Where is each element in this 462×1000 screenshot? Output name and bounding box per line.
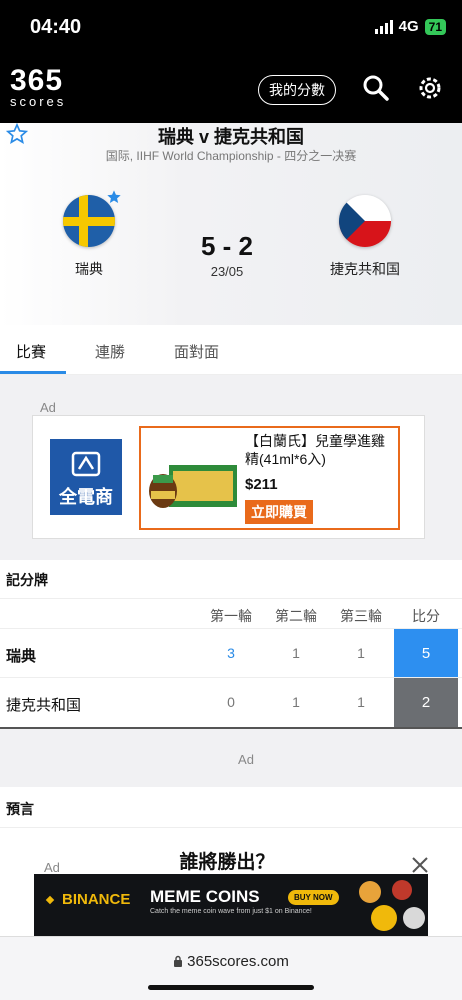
close-icon[interactable] xyxy=(410,855,430,875)
ad-store-name: 全電商 xyxy=(59,487,113,507)
ad-store-logo[interactable]: 全電商 xyxy=(50,439,122,515)
period-1-score: 3 xyxy=(227,645,235,661)
divider xyxy=(0,827,462,828)
my-scores-button[interactable]: 我的分數 xyxy=(258,75,336,105)
ad-label: Ad xyxy=(40,400,56,415)
header-period-3: 第三輪 xyxy=(340,608,382,624)
ad-label: Ad xyxy=(238,752,254,767)
product-image xyxy=(149,465,237,508)
ad-banner[interactable]: 全電商 【白蘭氏】兒童學進雞精(41ml*6入) $211 立即購買 xyxy=(32,415,425,539)
app-header: 365 scores 我的分數 xyxy=(0,58,462,123)
store-logo-icon xyxy=(71,451,101,477)
network-type: 4G xyxy=(398,18,419,35)
prediction-question: 誰將勝出？ xyxy=(179,852,275,873)
active-tab-indicator xyxy=(0,371,66,374)
search-icon[interactable] xyxy=(362,74,390,102)
period-3-score: 1 xyxy=(357,645,365,661)
settings-gear-icon[interactable] xyxy=(416,74,444,102)
browser-address-bar[interactable]: 365scores.com xyxy=(0,936,462,1000)
signal-icon xyxy=(374,19,393,34)
binance-ad-banner[interactable]: BINANCE MEME COINS BUY NOW Catch the mem… xyxy=(34,874,428,936)
total-score-winner: 5 xyxy=(394,629,458,678)
status-bar: 04:40 4G 71 xyxy=(0,0,462,58)
header-total: 比分 xyxy=(412,608,440,624)
binance-brand: BINANCE xyxy=(42,891,130,908)
url-display[interactable]: 365scores.com xyxy=(0,953,462,970)
czech-flag-icon[interactable] xyxy=(339,195,391,247)
banner-headline: MEME COINS xyxy=(150,887,260,906)
period-3-score: 1 xyxy=(357,694,365,710)
status-icons: 4G 71 xyxy=(374,18,446,35)
scoreboard-title: 記分牌 xyxy=(6,572,48,588)
logo-main-text: 365 xyxy=(10,64,64,97)
lock-icon xyxy=(174,955,183,967)
binance-brand-text: BINANCE xyxy=(62,891,131,908)
binance-logo-icon xyxy=(45,895,55,904)
favorite-team-star-icon xyxy=(107,190,121,203)
tab-streaks[interactable]: 連勝 xyxy=(95,341,125,362)
match-title: 瑞典 v 捷克共和国 xyxy=(157,127,304,147)
header-period-1: 第一輪 xyxy=(210,608,252,624)
period-1-score: 0 xyxy=(227,694,235,710)
ad-product-title: 【白蘭氏】兒童學進雞精(41ml*6入) xyxy=(245,433,385,467)
header-period-2: 第二輪 xyxy=(275,608,317,624)
ad-placeholder: Ad xyxy=(0,727,462,787)
home-indicator[interactable] xyxy=(148,985,314,990)
period-2-score: 1 xyxy=(292,645,300,661)
row-team-name: 捷克共和国 xyxy=(6,697,82,714)
competition-name[interactable]: 国际, IIHF World Championship - 四分之一决赛 xyxy=(0,147,462,164)
period-2-score: 1 xyxy=(292,694,300,710)
total-score-loser: 2 xyxy=(394,678,458,727)
table-row: 瑞典 3 1 1 5 xyxy=(0,628,462,678)
match-tabs: 比賽 連勝 面對面 xyxy=(0,325,462,375)
ad-product-card[interactable]: 【白蘭氏】兒童學進雞精(41ml*6入) $211 立即購買 xyxy=(139,426,400,530)
prediction-title: 預言 xyxy=(6,801,34,817)
status-time: 04:40 xyxy=(30,16,82,38)
meme-coins-image xyxy=(359,880,425,931)
banner-buy-button[interactable]: BUY NOW xyxy=(288,890,339,905)
away-team-name[interactable]: 捷克共和国 xyxy=(315,259,415,279)
row-team-name: 瑞典 xyxy=(6,648,37,665)
table-row: 捷克共和国 0 1 1 2 xyxy=(0,677,462,727)
battery-icon: 71 xyxy=(424,18,446,35)
app-logo[interactable]: 365 scores xyxy=(10,64,88,110)
ad-buy-button[interactable]: 立即購買 xyxy=(245,500,313,524)
tab-match[interactable]: 比賽 xyxy=(16,341,46,362)
banner-subtext: Catch the meme coin wave from just $1 on… xyxy=(150,908,312,915)
match-header: 瑞典 v 捷克共和国 国际, IIHF World Championship -… xyxy=(0,123,462,325)
url-text: 365scores.com xyxy=(187,953,289,970)
tab-head-to-head[interactable]: 面對面 xyxy=(174,341,219,362)
divider xyxy=(0,598,462,599)
logo-sub-text: scores xyxy=(10,94,67,109)
ad-price: $211 xyxy=(245,476,278,493)
